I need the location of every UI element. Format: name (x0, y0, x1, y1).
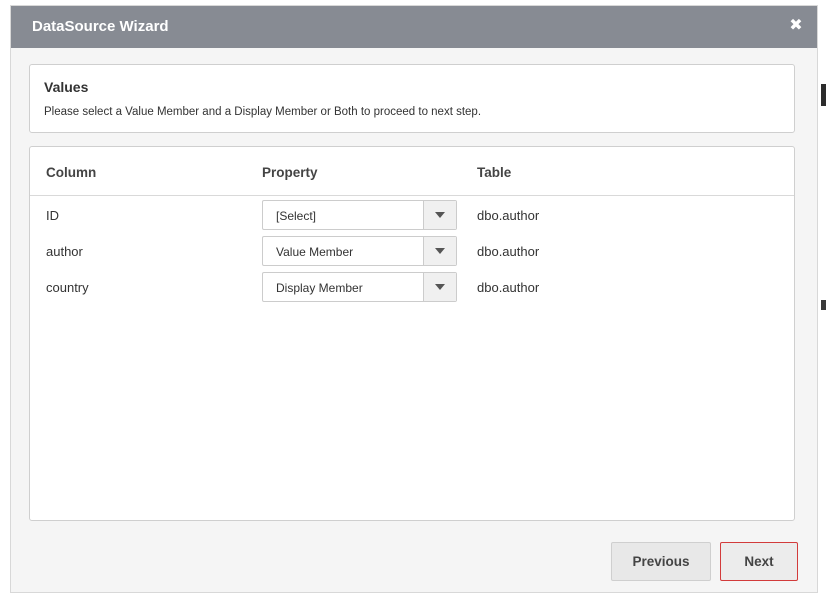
row-column-name: author (46, 244, 83, 259)
row-table-name: dbo.author (477, 244, 540, 259)
background-fragment (821, 300, 826, 310)
next-button[interactable]: Next (720, 542, 798, 581)
dropdown-arrow-button[interactable] (423, 273, 456, 301)
background-edge (818, 0, 826, 598)
row-table-name: dbo.author (477, 280, 540, 295)
row-column-name: country (46, 280, 89, 295)
chevron-down-icon (435, 212, 445, 218)
row-table-name: dbo.author (477, 208, 540, 223)
dialog-title: DataSource Wizard (32, 18, 169, 35)
dialog-titlebar: DataSource Wizard ✖ (11, 6, 817, 48)
property-select-value: Value Member (276, 245, 354, 259)
column-header: Column (46, 165, 97, 180)
property-select-value: [Select] (276, 209, 317, 223)
values-description: Please select a Value Member and a Displ… (44, 106, 482, 118)
close-icon[interactable]: ✖ (787, 16, 805, 36)
dropdown-arrow-button[interactable] (423, 237, 456, 265)
grid-header: Column Property Table (30, 147, 794, 196)
property-select-value: Display Member (276, 281, 363, 295)
values-panel: Values Please select a Value Member and … (29, 64, 795, 133)
background-fragment (821, 84, 826, 106)
table-header: Table (477, 165, 512, 180)
mapping-grid: Column Property Table ID [Select] dbo.au… (29, 146, 795, 521)
values-heading: Values (44, 79, 89, 95)
property-select[interactable]: Value Member (262, 236, 457, 266)
dropdown-arrow-button[interactable] (423, 201, 456, 229)
datasource-wizard-dialog: DataSource Wizard ✖ Values Please select… (10, 5, 818, 593)
property-select[interactable]: [Select] (262, 200, 457, 230)
row-column-name: ID (46, 208, 59, 223)
chevron-down-icon (435, 284, 445, 290)
property-select[interactable]: Display Member (262, 272, 457, 302)
chevron-down-icon (435, 248, 445, 254)
previous-button[interactable]: Previous (611, 542, 711, 581)
property-header: Property (262, 165, 318, 180)
